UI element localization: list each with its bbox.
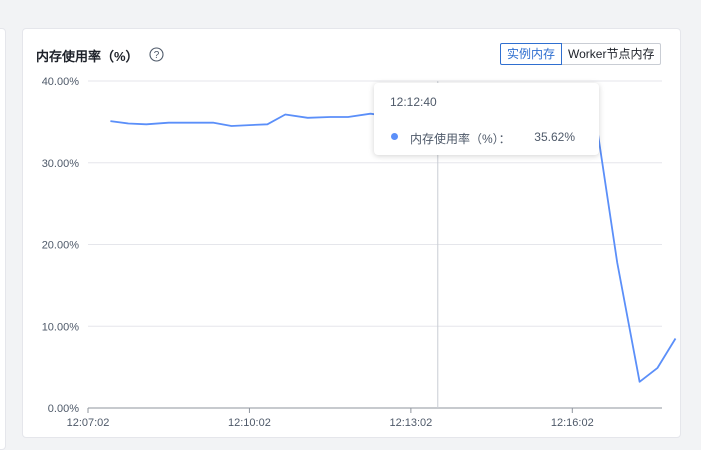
x-tick-label: 12:10:02: [228, 417, 271, 426]
tooltip-series-label: 内存使用率（%）：: [410, 132, 511, 146]
tooltip-series-marker: [391, 133, 398, 140]
x-tick-label: 12:13:02: [389, 417, 432, 426]
x-tick-label: 12:16:02: [551, 417, 594, 426]
y-tick-label: 30.00%: [42, 158, 80, 170]
y-tick-label: 0.00%: [48, 403, 79, 415]
y-tick-label: 20.00%: [42, 240, 80, 252]
memory-usage-line-chart: 0.00% 10.00% 20.00% 30.00% 40.00% 12:07:02 12:…: [42, 76, 677, 426]
tooltip-value: 35.62%: [534, 130, 575, 144]
tooltip-time: 12:12:40: [390, 95, 437, 109]
y-tick-label: 40.00%: [42, 76, 80, 88]
x-tick-label: 12:07:02: [67, 417, 110, 426]
chart-tooltip: 12:12:40 内存使用率（%）： 35.62%: [374, 83, 599, 155]
y-tick-label: 10.00%: [42, 321, 80, 333]
